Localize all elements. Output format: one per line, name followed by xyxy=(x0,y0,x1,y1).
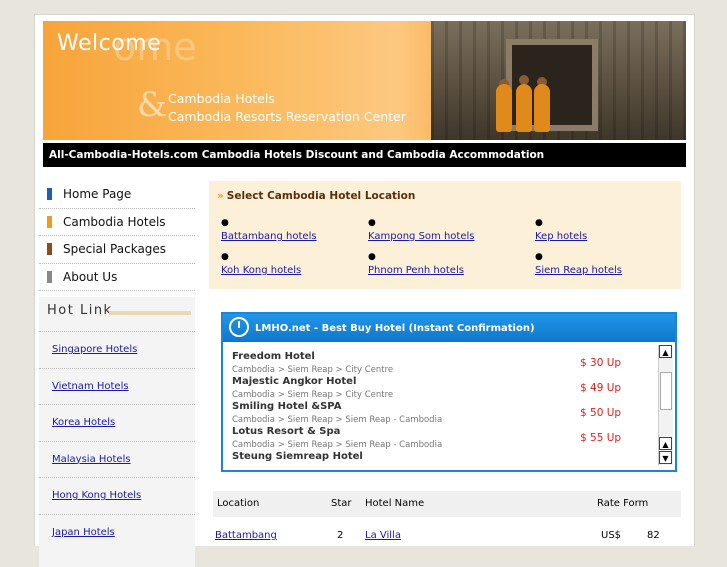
col-location: Location xyxy=(217,498,260,509)
hot-link-malaysia[interactable]: Malaysia Hotels xyxy=(52,454,131,465)
widget-scrollbar[interactable]: ▲ ▲ ▼ xyxy=(658,345,673,465)
link-siem-reap[interactable]: Siem Reap hotels xyxy=(535,265,622,276)
hotel-entry[interactable]: Smiling Hotel &SPA Cambodia > Siem Reap … xyxy=(232,401,652,426)
nav-label: Special Packages xyxy=(63,242,167,257)
location-item: ● Kep hotels xyxy=(535,218,587,243)
header-banner: ome Welcome & Cambodia Hotels Cambodia R… xyxy=(43,21,686,140)
hotel-price: $ 49 Up xyxy=(580,382,622,394)
ampersand-glyph: & xyxy=(137,85,168,125)
tagline-resorts: Cambodia Resorts Reservation Center xyxy=(168,109,406,124)
nav-label: Home Page xyxy=(63,187,132,202)
col-star: Star xyxy=(331,498,352,509)
nav-marker-icon xyxy=(47,188,52,201)
nav-special-packages[interactable]: Special Packages xyxy=(39,236,195,264)
bullet-icon: ● xyxy=(368,218,376,228)
link-kampong-som[interactable]: Kampong Som hotels xyxy=(368,231,474,242)
hot-link-list: Singapore Hotels Vietnam Hotels Korea Ho… xyxy=(39,331,195,550)
page-frame: ome Welcome & Cambodia Hotels Cambodia R… xyxy=(34,14,695,567)
nav-home-page[interactable]: Home Page xyxy=(39,181,195,209)
hot-link-hong-kong[interactable]: Hong Kong Hotels xyxy=(52,490,141,501)
nav-marker-icon xyxy=(47,243,52,256)
hot-link-japan[interactable]: Japan Hotels xyxy=(52,527,115,538)
bullet-icon: ● xyxy=(535,252,543,262)
col-rate-form: Rate Form xyxy=(597,498,649,509)
list-item: Vietnam Hotels xyxy=(39,367,195,405)
location-select-panel: » Select Cambodia Hotel Location ● Battamb… xyxy=(209,181,681,289)
hot-link-korea[interactable]: Korea Hotels xyxy=(52,417,115,428)
hotel-entry[interactable]: Majestic Angkor Hotel Cambodia > Siem Re… xyxy=(232,376,652,401)
location-item: ● Koh Kong hotels xyxy=(221,252,301,277)
double-arrow-icon: » xyxy=(217,190,224,202)
hotel-entry[interactable]: Lotus Resort & Spa Cambodia > Siem Reap … xyxy=(232,426,652,451)
list-item: Hong Kong Hotels xyxy=(39,477,195,514)
list-item: Malaysia Hotels xyxy=(39,440,195,478)
hotel-price: $ 30 Up xyxy=(580,357,622,369)
table-header-row: Location Star Hotel Name Rate Form xyxy=(213,491,681,517)
hot-link-divider xyxy=(109,311,191,315)
link-battambang[interactable]: Battambang hotels xyxy=(221,231,317,242)
location-item: ● Kampong Som hotels xyxy=(368,218,474,243)
list-item: Korea Hotels xyxy=(39,404,195,441)
bullet-icon: ● xyxy=(221,218,229,228)
nav-label: Cambodia Hotels xyxy=(63,214,166,229)
tagline-hotels: Cambodia Hotels xyxy=(168,91,275,106)
scroll-thumb[interactable] xyxy=(660,372,672,410)
location-item: ● Phnom Penh hotels xyxy=(368,252,464,277)
hotel-entry[interactable]: Steung Siemreap Hotel xyxy=(232,451,652,465)
bullet-icon: ● xyxy=(221,252,229,262)
row-hotel-link[interactable]: La Villa xyxy=(365,530,401,541)
hot-link-panel: Hot Link Singapore Hotels Vietnam Hotels… xyxy=(39,297,195,567)
nav-cambodia-hotels[interactable]: Cambodia Hotels xyxy=(39,209,195,236)
row-star: 2 xyxy=(337,530,344,541)
hotel-name[interactable]: Steung Siemreap Hotel xyxy=(232,451,652,464)
list-item: Singapore Hotels xyxy=(39,331,195,368)
monk-figure xyxy=(496,84,512,132)
bullet-icon: ● xyxy=(368,252,376,262)
lmho-booking-widget: LMHO.net - Best Buy Hotel (Instant Confi… xyxy=(221,312,677,472)
widget-title: LMHO.net - Best Buy Hotel (Instant Confi… xyxy=(255,322,535,334)
hotel-list: Freedom Hotel Cambodia > Siem Reap > Cit… xyxy=(232,351,652,465)
nav-label: About Us xyxy=(63,269,118,284)
monks-temple-photo xyxy=(431,21,686,140)
monk-figure xyxy=(516,84,532,132)
site-title-bar: All-Cambodia-Hotels.com Cambodia Hotels … xyxy=(43,143,686,167)
col-hotel-name: Hotel Name xyxy=(365,498,425,509)
stopwatch-icon xyxy=(229,317,249,337)
hotel-entry[interactable]: Freedom Hotel Cambodia > Siem Reap > Cit… xyxy=(232,351,652,376)
row-location-link[interactable]: Battambang xyxy=(215,530,277,541)
row-rate: 82 xyxy=(647,530,660,541)
widget-header: LMHO.net - Best Buy Hotel (Instant Confi… xyxy=(223,314,675,342)
row-currency: US$ xyxy=(601,530,622,541)
scroll-down-arrow-icon[interactable]: ▼ xyxy=(659,451,672,464)
location-item: ● Battambang hotels xyxy=(221,218,317,243)
main-nav: Home Page Cambodia Hotels Special Packag… xyxy=(39,181,195,291)
link-phnom-penh[interactable]: Phnom Penh hotels xyxy=(368,265,464,276)
location-panel-title: » Select Cambodia Hotel Location xyxy=(217,190,415,202)
scroll-top-arrow-icon[interactable]: ▲ xyxy=(659,437,672,450)
hotel-price: $ 55 Up xyxy=(580,432,622,444)
location-item: ● Siem Reap hotels xyxy=(535,252,622,277)
hot-link-singapore[interactable]: Singapore Hotels xyxy=(52,344,137,355)
hot-link-vietnam[interactable]: Vietnam Hotels xyxy=(52,381,129,392)
hot-link-title: Hot Link xyxy=(47,303,113,318)
table-row: Battambang 2 La Villa US$ 82 xyxy=(213,523,681,549)
scroll-up-arrow-icon[interactable]: ▲ xyxy=(659,345,672,358)
nav-marker-icon xyxy=(47,215,52,228)
location-title-text: Select Cambodia Hotel Location xyxy=(226,190,416,202)
hotel-price: $ 50 Up xyxy=(580,407,622,419)
hotel-results-table: Location Star Hotel Name Rate Form Batta… xyxy=(213,491,681,549)
monk-figure xyxy=(534,84,550,132)
nav-about-us[interactable]: About Us xyxy=(39,264,195,291)
link-koh-kong[interactable]: Koh Kong hotels xyxy=(221,265,301,276)
bullet-icon: ● xyxy=(535,218,543,228)
link-kep[interactable]: Kep hotels xyxy=(535,231,587,242)
nav-marker-icon xyxy=(47,270,52,283)
welcome-text: Welcome xyxy=(57,31,162,56)
